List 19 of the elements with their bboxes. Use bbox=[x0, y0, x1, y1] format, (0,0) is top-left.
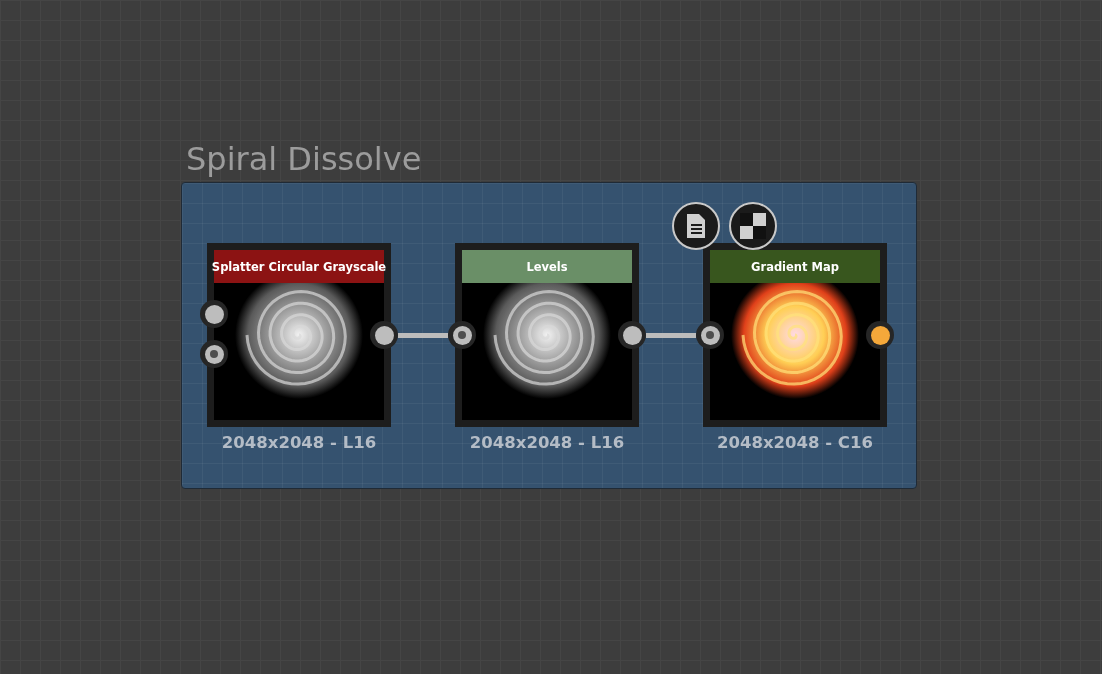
checker-icon[interactable] bbox=[729, 202, 777, 250]
graph-node[interactable]: Splatter Circular Grayscale bbox=[207, 243, 391, 427]
input-port[interactable] bbox=[696, 321, 724, 349]
node-title: Gradient Map bbox=[710, 250, 880, 283]
graph-node[interactable]: Gradient Map bbox=[703, 243, 887, 427]
output-port[interactable] bbox=[370, 321, 398, 349]
document-icon[interactable] bbox=[672, 202, 720, 250]
resolution-label: 2048x2048 - C16 bbox=[717, 433, 873, 452]
output-port[interactable] bbox=[866, 321, 894, 349]
resolution-label: 2048x2048 - L16 bbox=[221, 433, 377, 452]
input-port[interactable] bbox=[200, 340, 228, 368]
output-port[interactable] bbox=[618, 321, 646, 349]
graph-node[interactable]: Levels bbox=[455, 243, 639, 427]
frame-title: Spiral Dissolve bbox=[186, 139, 422, 180]
input-port[interactable] bbox=[200, 300, 228, 328]
input-port[interactable] bbox=[448, 321, 476, 349]
node-title: Splatter Circular Grayscale bbox=[214, 250, 384, 283]
resolution-label: 2048x2048 - L16 bbox=[469, 433, 625, 452]
node-title: Levels bbox=[462, 250, 632, 283]
